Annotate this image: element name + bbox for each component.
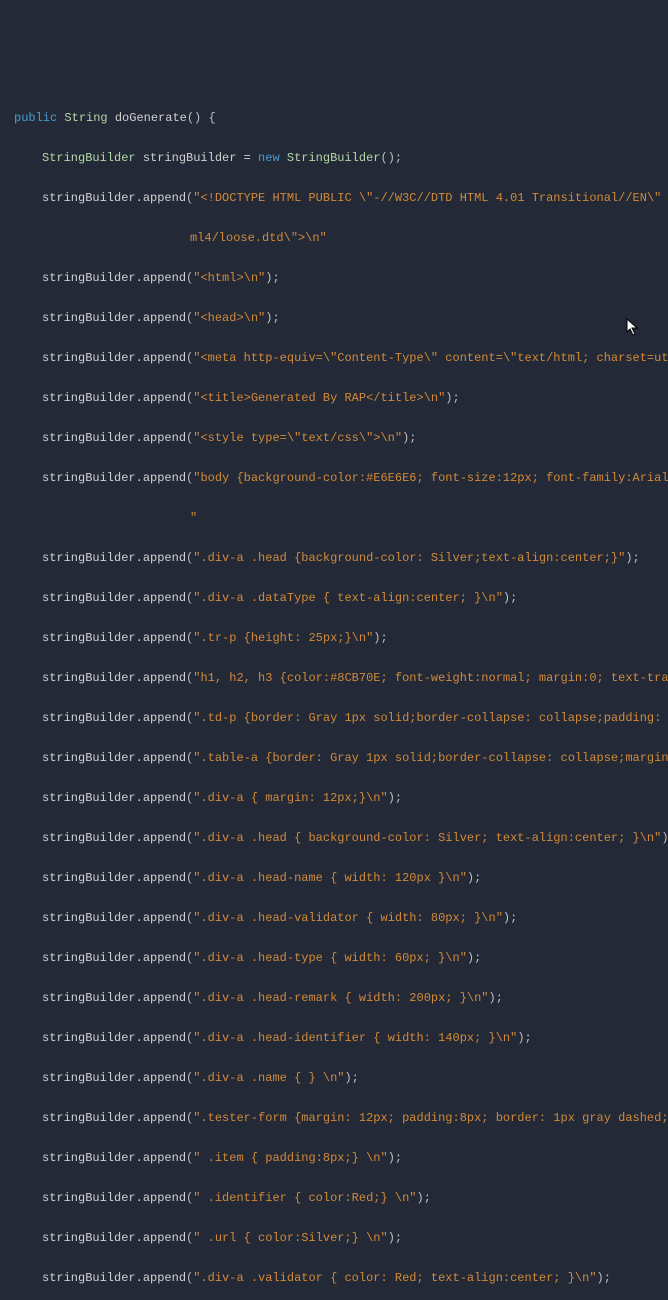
- method-name: doGenerate: [115, 111, 187, 125]
- code-line: stringBuilder.append("<head>\n");: [6, 308, 662, 328]
- code-line: stringBuilder.append(".div-a .head-remar…: [6, 988, 662, 1008]
- code-line: public String doGenerate() {: [6, 108, 662, 128]
- code-line: stringBuilder.append("<title>Generated B…: [6, 388, 662, 408]
- code-line: stringBuilder.append(" .identifier { col…: [6, 1188, 662, 1208]
- code-line: stringBuilder.append(".div-a .head-name …: [6, 868, 662, 888]
- code-line: stringBuilder.append(".div-a { margin: 1…: [6, 788, 662, 808]
- code-line: stringBuilder.append("<meta http-equiv=\…: [6, 348, 662, 368]
- code-line: stringBuilder.append("<!DOCTYPE HTML PUB…: [6, 188, 662, 208]
- code-line: stringBuilder.append("<html>\n");: [6, 268, 662, 288]
- keyword-public: public: [14, 111, 57, 125]
- code-line: stringBuilder.append(".table-a {border: …: [6, 748, 662, 768]
- code-line: StringBuilder stringBuilder = new String…: [6, 148, 662, 168]
- code-line: stringBuilder.append("body {background-c…: [6, 468, 662, 488]
- code-line: stringBuilder.append(".div-a .dataType {…: [6, 588, 662, 608]
- code-line: stringBuilder.append(".div-a .head-ident…: [6, 1028, 662, 1048]
- code-line: stringBuilder.append(".div-a .head-type …: [6, 948, 662, 968]
- type-string: String: [64, 111, 107, 125]
- code-line: stringBuilder.append("h1, h2, h3 {color:…: [6, 668, 662, 688]
- code-line: stringBuilder.append(".tr-p {height: 25p…: [6, 628, 662, 648]
- code-line: stringBuilder.append(" .url { color:Silv…: [6, 1228, 662, 1248]
- code-editor[interactable]: public String doGenerate() { StringBuild…: [6, 88, 662, 1300]
- code-line: stringBuilder.append(" .item { padding:8…: [6, 1148, 662, 1168]
- code-line: stringBuilder.append(".tester-form {marg…: [6, 1108, 662, 1128]
- code-line: stringBuilder.append(".div-a .head-valid…: [6, 908, 662, 928]
- code-line: stringBuilder.append(".td-p {border: Gra…: [6, 708, 662, 728]
- code-line: stringBuilder.append(".div-a .head { bac…: [6, 828, 662, 848]
- code-line: ": [6, 508, 662, 528]
- code-line: ml4/loose.dtd\">\n": [6, 228, 662, 248]
- code-line: stringBuilder.append(".div-a .head {back…: [6, 548, 662, 568]
- code-line: stringBuilder.append(".div-a .validator …: [6, 1268, 662, 1288]
- code-line: stringBuilder.append(".div-a .name { } \…: [6, 1068, 662, 1088]
- code-line: stringBuilder.append("<style type=\"text…: [6, 428, 662, 448]
